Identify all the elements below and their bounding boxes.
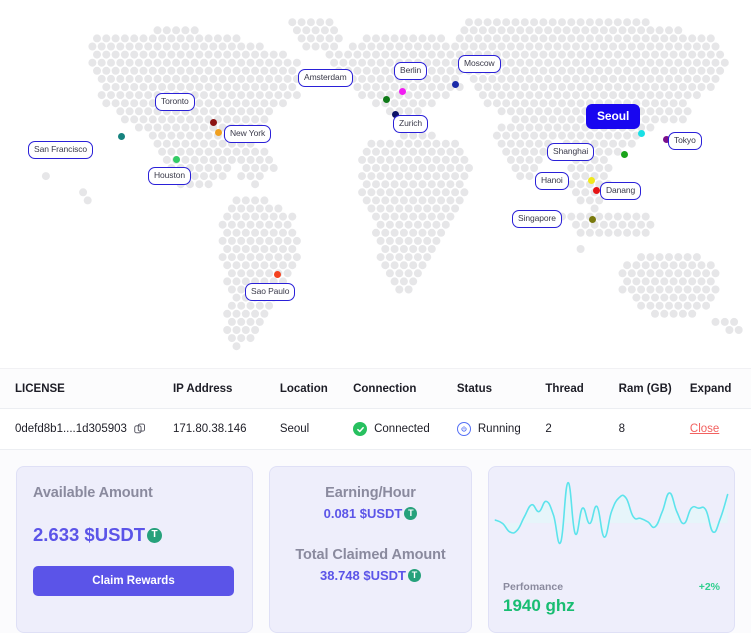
map-dot-san-francisco[interactable] bbox=[118, 133, 125, 140]
card-spacer bbox=[282, 521, 459, 547]
map-dot-singapore[interactable] bbox=[589, 216, 596, 223]
map-label-zurich[interactable]: Zurich bbox=[393, 115, 429, 133]
claim-rewards-button[interactable]: Claim Rewards bbox=[33, 566, 234, 596]
map-dot-amsterdam[interactable] bbox=[383, 96, 390, 103]
map-label-seoul[interactable]: Seoul bbox=[586, 104, 641, 129]
map-label-shanghai[interactable]: Shanghai bbox=[547, 143, 595, 161]
performance-card: Perfomance +2% 1940 ghz bbox=[488, 466, 735, 633]
earning-per-hour-number: 0.081 $USDT bbox=[323, 506, 403, 521]
map-label-singapore[interactable]: Singapore bbox=[512, 210, 562, 228]
status-label: Running bbox=[477, 423, 521, 435]
map-label-tokyo[interactable]: Tokyo bbox=[668, 132, 702, 150]
tether-icon: T bbox=[408, 569, 421, 582]
cell-expand: Close bbox=[689, 408, 751, 450]
column-header-location: Location bbox=[279, 369, 354, 409]
table-body: 0defd8b1....1d305903 171.80.38.146 Seoul bbox=[0, 408, 751, 450]
map-label-toronto[interactable]: Toronto bbox=[155, 93, 195, 111]
map-dot-houston[interactable] bbox=[173, 156, 180, 163]
performance-value: 1940 ghz bbox=[503, 596, 575, 615]
summary-cards: Available Amount 2.633 $USDT T Claim Rew… bbox=[0, 450, 751, 633]
column-header-license: LICENSE bbox=[0, 369, 173, 409]
map-label-hanoi[interactable]: Hanoi bbox=[535, 172, 569, 190]
copy-icon[interactable] bbox=[133, 422, 147, 436]
total-claimed-value: 38.748 $USDT T bbox=[282, 568, 459, 583]
map-dot-sao-paulo[interactable] bbox=[274, 271, 281, 278]
cell-thread: 2 bbox=[545, 408, 619, 450]
map-dot-danang[interactable] bbox=[593, 187, 600, 194]
total-claimed-number: 38.748 $USDT bbox=[320, 568, 406, 583]
check-circle-icon bbox=[353, 422, 368, 436]
license-table-wrap: LICENSE IP Address Location Connection S… bbox=[0, 368, 751, 450]
available-amount-value: 2.633 $USDT T bbox=[33, 524, 236, 546]
earning-per-hour-title: Earning/Hour bbox=[325, 485, 416, 501]
map-dot-toronto[interactable] bbox=[210, 119, 217, 126]
earning-per-hour-value: 0.081 $USDT T bbox=[282, 506, 459, 521]
performance-label: Perfomance bbox=[503, 581, 564, 593]
cell-ram: 8 bbox=[618, 408, 690, 450]
map-dot-berlin[interactable] bbox=[399, 88, 406, 95]
available-amount-number: 2.633 $USDT bbox=[33, 524, 146, 545]
column-header-thread: Thread bbox=[545, 369, 619, 409]
table-header-row: LICENSE IP Address Location Connection S… bbox=[0, 369, 751, 409]
close-link[interactable]: Close bbox=[690, 423, 719, 435]
table-header: LICENSE IP Address Location Connection S… bbox=[0, 369, 751, 409]
dashboard-page: San Francisco Toronto New York Houston Sao P… bbox=[0, 0, 751, 639]
map-label-houston[interactable]: Houston bbox=[148, 167, 191, 185]
cell-connection: Connected bbox=[353, 408, 457, 450]
license-value: 0defd8b1....1d305903 bbox=[15, 423, 127, 435]
cell-ip-address: 171.80.38.146 bbox=[172, 408, 280, 450]
map-label-berlin[interactable]: Berlin bbox=[394, 62, 428, 80]
map-dot-seoul[interactable] bbox=[638, 130, 645, 137]
map-label-amsterdam[interactable]: Amsterdam bbox=[298, 69, 353, 87]
license-table: LICENSE IP Address Location Connection S… bbox=[0, 369, 751, 450]
column-header-ram: Ram (GB) bbox=[618, 369, 690, 409]
map-dot-new-york[interactable] bbox=[215, 129, 222, 136]
tether-icon: T bbox=[404, 507, 418, 520]
performance-sparkline-chart bbox=[489, 467, 734, 567]
map-label-san-francisco[interactable]: San Francisco bbox=[28, 141, 94, 159]
cell-license: 0defd8b1....1d305903 bbox=[0, 408, 173, 450]
connection-label: Connected bbox=[374, 423, 430, 435]
column-header-connection: Connection bbox=[353, 369, 457, 409]
map-dot-shanghai[interactable] bbox=[621, 151, 628, 158]
table-row[interactable]: 0defd8b1....1d305903 171.80.38.146 Seoul bbox=[0, 408, 751, 450]
available-amount-title: Available Amount bbox=[33, 485, 153, 501]
cell-location: Seoul bbox=[279, 408, 354, 450]
available-amount-card: Available Amount 2.633 $USDT T Claim Rew… bbox=[16, 466, 253, 633]
map-dot-hanoi[interactable] bbox=[588, 177, 595, 184]
map-label-danang[interactable]: Danang bbox=[600, 182, 642, 200]
world-map-panel: San Francisco Toronto New York Houston Sao P… bbox=[0, 0, 751, 368]
tether-icon: T bbox=[147, 527, 163, 543]
column-header-status: Status bbox=[456, 369, 546, 409]
cell-status: Running bbox=[456, 408, 546, 450]
column-header-ip-address: IP Address bbox=[172, 369, 280, 409]
map-label-sao-paulo[interactable]: Sao Paulo bbox=[245, 283, 296, 301]
earning-card: Earning/Hour 0.081 $USDT T Total Claimed… bbox=[269, 466, 472, 633]
performance-footer: Perfomance +2% 1940 ghz bbox=[503, 581, 720, 616]
power-circle-icon bbox=[456, 422, 471, 436]
map-dot-moscow[interactable] bbox=[452, 81, 459, 88]
column-header-expand: Expand bbox=[689, 369, 751, 409]
performance-delta: +2% bbox=[698, 581, 720, 593]
map-label-new-york[interactable]: New York bbox=[224, 125, 272, 143]
map-label-moscow[interactable]: Moscow bbox=[458, 55, 501, 73]
total-claimed-title: Total Claimed Amount bbox=[295, 547, 446, 563]
